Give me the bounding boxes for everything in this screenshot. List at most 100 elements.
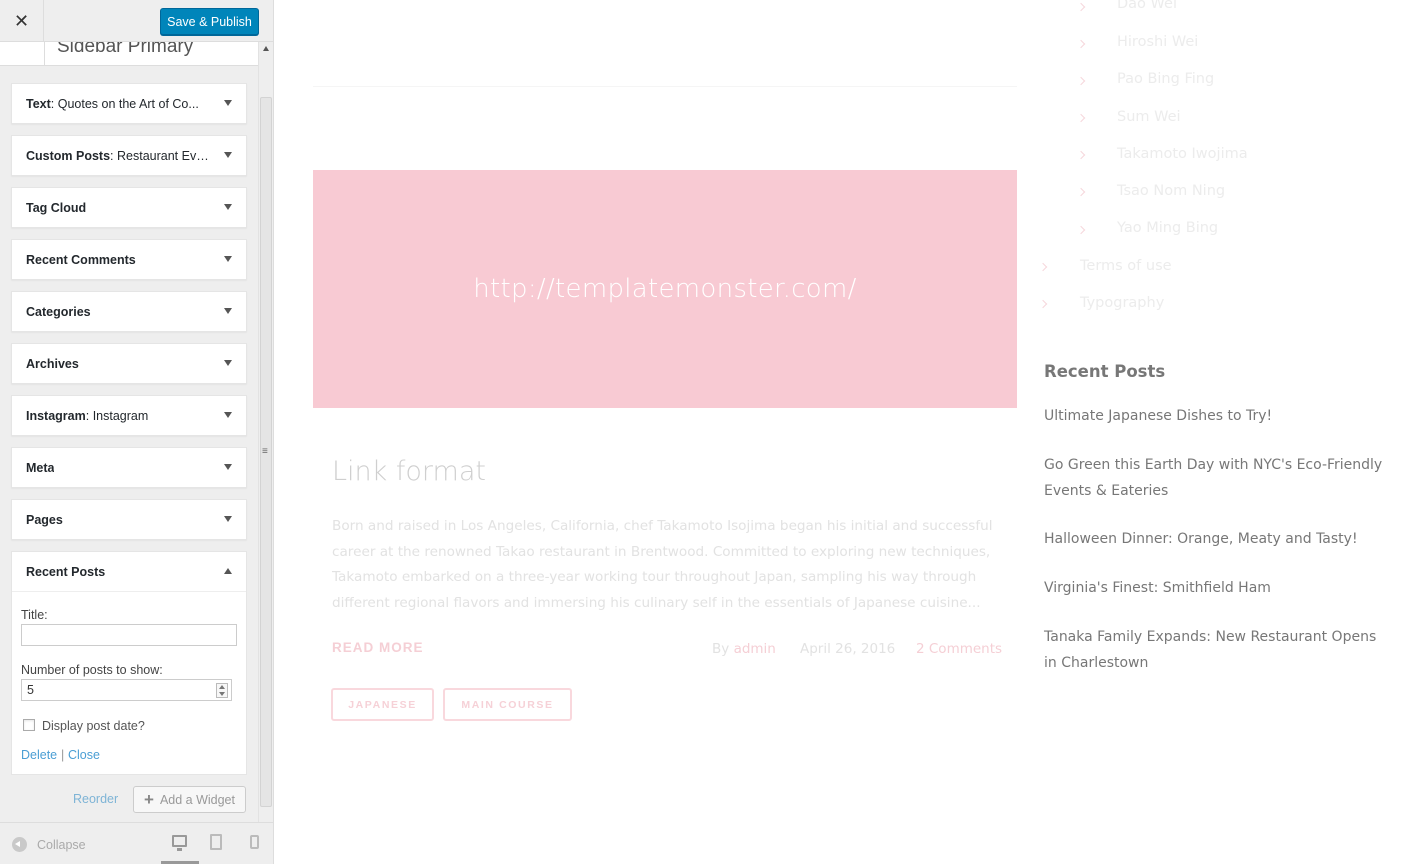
widget-label: Pages <box>26 513 63 527</box>
close-link[interactable]: Close <box>68 748 100 762</box>
add-widget-button[interactable]: + Add a Widget <box>133 786 246 813</box>
recent-post-link[interactable]: Tanaka Family Expands: New Restaurant Op… <box>1044 625 1384 676</box>
tag-button[interactable]: MAIN COURSE <box>443 688 572 721</box>
widget-label: Tag Cloud <box>26 201 87 215</box>
scrollbar[interactable] <box>258 42 273 822</box>
display-date-checkbox[interactable] <box>23 719 35 731</box>
back-divider <box>44 42 45 66</box>
page-sub-item[interactable]: Hiroshi Wei <box>1117 34 1198 50</box>
page-sub-item[interactable]: Sum Wei <box>1117 109 1181 125</box>
recent-post-link[interactable]: Ultimate Japanese Dishes to Try! <box>1044 404 1384 430</box>
chevron-right-icon <box>1076 39 1086 49</box>
expand-arrow-icon[interactable] <box>224 152 232 158</box>
post-excerpt: Born and raised in Los Angeles, Californ… <box>332 518 993 611</box>
customizer-header: ✕ Save & Publish <box>0 0 273 42</box>
close-icon[interactable]: ✕ <box>0 0 44 42</box>
page-sub-item[interactable]: Dao Wei <box>1117 0 1177 12</box>
chevron-right-icon <box>1038 299 1048 309</box>
collapse-label[interactable]: Collapse <box>37 838 86 852</box>
widget-instagram[interactable]: Instagram: Instagram <box>11 395 247 436</box>
title-field-label: Title: <box>21 608 48 622</box>
widget-label: Text: Quotes on the Art of Co... <box>26 97 199 111</box>
widget-tag-cloud[interactable]: Tag Cloud <box>11 187 247 228</box>
page-sub-item[interactable]: Pao Bing Fing <box>1117 71 1214 87</box>
display-date-label: Display post date? <box>42 719 145 733</box>
recent-post-link[interactable]: Go Green this Earth Day with NYC's Eco-F… <box>1044 453 1384 504</box>
add-widget-label: Add a Widget <box>159 792 235 807</box>
customizer-footer: Collapse <box>0 822 273 864</box>
site-preview: http://templatemonster.com/ Link format … <box>274 0 1419 864</box>
stepper-icon[interactable] <box>216 683 228 698</box>
page-item[interactable]: Terms of use <box>1080 258 1172 274</box>
chevron-right-icon <box>1076 225 1086 235</box>
expand-arrow-icon[interactable] <box>224 464 232 470</box>
author-link[interactable]: admin <box>734 641 776 657</box>
post-link-url: http://templatemonster.com/ <box>473 274 857 304</box>
collapse-icon[interactable] <box>12 837 27 852</box>
post-title[interactable]: Link format <box>332 456 486 487</box>
divider <box>313 86 1017 87</box>
chevron-right-icon <box>1076 150 1086 160</box>
link-separator: | <box>61 748 65 762</box>
widget-pages[interactable]: Pages <box>11 499 247 540</box>
section-header: Sidebar Primary <box>0 42 258 66</box>
post-author-meta: By admin <box>712 641 776 657</box>
chevron-right-icon <box>1076 113 1086 123</box>
expand-arrow-icon[interactable] <box>224 100 232 106</box>
widget-archives[interactable]: Archives <box>11 343 247 384</box>
widget-label: Recent Posts <box>26 565 106 579</box>
chevron-right-icon <box>1076 76 1086 86</box>
page-sub-item[interactable]: Yao Ming Bing <box>1117 220 1218 236</box>
read-more-link[interactable]: READ MORE <box>332 640 424 655</box>
expand-arrow-icon[interactable] <box>224 516 232 522</box>
number-field-label: Number of posts to show: <box>21 663 163 677</box>
page-sub-item[interactable]: Tsao Nom Ning <box>1117 183 1225 199</box>
expand-arrow-icon[interactable] <box>224 412 232 418</box>
widget-label: Categories <box>26 305 91 319</box>
title-input[interactable] <box>21 624 237 646</box>
plus-icon: + <box>144 789 154 809</box>
widget-label: Custom Posts: Restaurant Eve... <box>26 149 211 163</box>
desktop-preview-icon[interactable] <box>172 835 187 851</box>
chevron-right-icon <box>1076 187 1086 197</box>
widget-text[interactable]: Text: Quotes on the Art of Co... <box>11 83 247 124</box>
widget-label: Instagram: Instagram <box>26 409 149 423</box>
tablet-preview-icon[interactable] <box>210 834 222 850</box>
widget-custom-posts[interactable]: Custom Posts: Restaurant Eve... <box>11 135 247 176</box>
widget-meta[interactable]: Meta <box>11 447 247 488</box>
resize-handle-icon[interactable]: ≡ <box>262 446 268 457</box>
post-link-banner[interactable]: http://templatemonster.com/ <box>313 170 1017 408</box>
widget-categories[interactable]: Categories <box>11 291 247 332</box>
customizer-panel: ✕ Save & Publish Sidebar Primary Text: Q… <box>0 0 274 864</box>
scroll-up-icon[interactable] <box>263 46 269 51</box>
mobile-preview-icon[interactable] <box>250 835 259 849</box>
chevron-right-icon <box>1038 262 1048 272</box>
recent-post-link[interactable]: Virginia's Finest: Smithfield Ham <box>1044 576 1384 602</box>
widget-recent-posts-header[interactable]: Recent Posts <box>12 552 246 592</box>
recent-posts-heading: Recent Posts <box>1044 362 1166 381</box>
expand-arrow-icon[interactable] <box>224 360 232 366</box>
widget-recent-comments[interactable]: Recent Comments <box>11 239 247 280</box>
reorder-link[interactable]: Reorder <box>73 792 118 806</box>
page-item[interactable]: Typography <box>1080 295 1164 311</box>
widget-label: Recent Comments <box>26 253 136 267</box>
widget-label: Archives <box>26 357 79 371</box>
delete-link[interactable]: Delete <box>21 748 57 762</box>
chevron-right-icon <box>1076 2 1086 12</box>
widget-list-panel: Sidebar Primary Text: Quotes on the Art … <box>0 42 258 822</box>
save-publish-button[interactable]: Save & Publish <box>160 8 259 35</box>
page-sub-item[interactable]: Takamoto Iwojima <box>1117 146 1248 162</box>
expand-arrow-icon[interactable] <box>224 256 232 262</box>
number-of-posts-input[interactable]: 5 <box>21 679 232 701</box>
widget-recent-posts: Recent Posts Title: Number of posts to s… <box>11 551 247 775</box>
collapse-arrow-icon[interactable] <box>224 568 232 574</box>
expand-arrow-icon[interactable] <box>224 204 232 210</box>
post-date[interactable]: April 26, 2016 <box>800 641 895 657</box>
section-title: Sidebar Primary <box>57 42 194 57</box>
widget-label: Meta <box>26 461 55 475</box>
recent-post-link[interactable]: Halloween Dinner: Orange, Meaty and Tast… <box>1044 527 1384 553</box>
number-value: 5 <box>27 683 34 697</box>
expand-arrow-icon[interactable] <box>224 308 232 314</box>
tag-button[interactable]: JAPANESE <box>331 688 434 721</box>
comments-link[interactable]: 2 Comments <box>916 641 1002 657</box>
